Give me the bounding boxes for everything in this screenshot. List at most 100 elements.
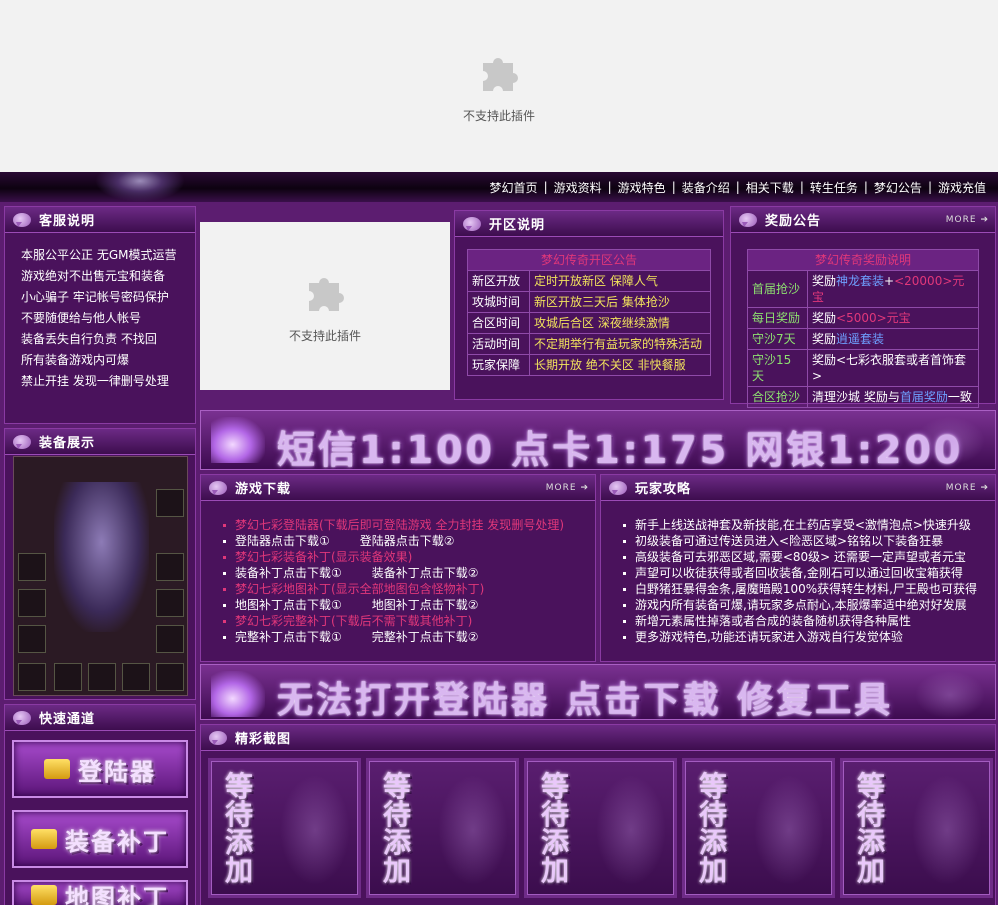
list-item: 小心骗子 牢记帐号密码保护	[21, 290, 169, 304]
dragon-icon	[438, 775, 508, 885]
equip-patch-button[interactable]: 装备补丁	[12, 810, 188, 868]
chat-bubble-icon	[13, 212, 31, 227]
dragon-icon	[915, 417, 985, 465]
dragon-icon	[915, 671, 985, 719]
nav-announcements[interactable]: 梦幻公告	[868, 179, 928, 196]
quick-panel: 快速通道	[4, 704, 196, 905]
top-flash-plugin: 不支持此插件	[0, 0, 998, 172]
chat-bubble-icon	[609, 480, 627, 495]
map-patch-button[interactable]: 地图补丁	[12, 880, 188, 905]
chat-bubble-icon	[739, 212, 757, 227]
nav-recharge[interactable]: 游戏充值	[932, 179, 992, 196]
table-cell: 合区抢沙	[747, 386, 808, 408]
jiangli-title: 奖励公告	[765, 214, 822, 229]
list-item: 新增元素属性掉落或者合成的装备随机获得各种属性	[621, 613, 995, 629]
jiangli-table: 梦幻传奇奖励说明 首届抢沙 奖励神龙套装+<20000>元宝 每日奖励 奖励<500…	[747, 249, 979, 408]
list-item: 不要随便给与他人帐号	[21, 311, 142, 325]
jiangli-caption: 梦幻传奇奖励说明	[747, 249, 979, 271]
fix-tool-banner[interactable]: 无法打开登陆器 点击下载 修复工具	[200, 664, 996, 720]
kefu-title: 客服说明	[39, 214, 96, 229]
kaiqu-panel: 开区说明 梦幻传奇开区公告 新区开放 定时开放新区 保障人气 攻城时间 新区开放三天…	[454, 210, 724, 400]
table-cell: 清理沙城 奖励与首届奖励一致	[807, 386, 979, 408]
list-item[interactable]: 梦幻七彩装备补丁(显示装备效果)	[221, 549, 595, 565]
gallery-tile[interactable]: 等待添加	[840, 758, 993, 898]
rates-banner-text: 短信1:100 点卡1:175 网银1:200	[277, 428, 964, 470]
chat-bubble-icon	[209, 480, 227, 495]
chat-bubble-icon	[13, 434, 31, 449]
treasure-box-icon	[31, 829, 57, 849]
kaiqu-caption: 梦幻传奇开区公告	[467, 249, 711, 271]
launcher-button[interactable]: 登陆器	[12, 740, 188, 798]
plugin-notice-text: 不支持此插件	[462, 108, 535, 123]
dragon-icon	[754, 775, 824, 885]
table-cell: 每日奖励	[747, 307, 808, 329]
list-item[interactable]: 登陆器点击下载① 登陆器点击下载②	[221, 533, 595, 549]
chat-bubble-icon	[209, 730, 227, 745]
table-cell: 玩家保障	[467, 354, 530, 376]
download-title: 游戏下载	[235, 482, 292, 497]
fix-banner-text: 无法打开登陆器 点击下载 修复工具	[277, 680, 894, 720]
list-item[interactable]: 装备补丁点击下载① 装备补丁点击下载②	[221, 565, 595, 581]
table-cell: 新区开放三天后 集体抢沙	[529, 291, 711, 313]
list-item: 初级装备可通过传送员进入<险恶区域>铭铭以下装备狂暴	[621, 533, 995, 549]
mid-flash-plugin: 不支持此插件	[200, 222, 450, 390]
character-figure	[54, 482, 149, 632]
gonglue-header: 玩家攻略 MORE ➔	[601, 475, 995, 501]
kefu-panel: 客服说明 本服公平公正 无GM模式运营 游戏绝对不出售元宝和装备 小心骗子 牢记…	[4, 206, 196, 424]
nav-game-info[interactable]: 游戏资料	[548, 179, 608, 196]
kefu-header: 客服说明	[5, 207, 195, 233]
gallery-tile[interactable]: 等待添加	[682, 758, 835, 898]
gallery-tile[interactable]: 等待添加	[366, 758, 519, 898]
more-link[interactable]: MORE ➔	[946, 483, 989, 493]
table-cell: 活动时间	[467, 333, 530, 355]
hero-image	[95, 172, 185, 202]
gallery-tile[interactable]: 等待添加	[208, 758, 361, 898]
plugin-notice-text: 不支持此插件	[288, 328, 361, 343]
more-link[interactable]: MORE ➔	[546, 483, 589, 493]
jiangli-header: 奖励公告 MORE ➔	[731, 207, 995, 233]
nav-equipment[interactable]: 装备介绍	[676, 179, 736, 196]
table-cell: 合区时间	[467, 312, 530, 334]
nav-downloads[interactable]: 相关下载	[740, 179, 800, 196]
kaiqu-table: 梦幻传奇开区公告 新区开放 定时开放新区 保障人气 攻城时间 新区开放三天后 集体抢…	[467, 249, 711, 376]
kaiqu-title: 开区说明	[489, 218, 546, 233]
equipment-image	[13, 456, 188, 696]
list-item[interactable]: 完整补丁点击下载① 完整补丁点击下载②	[221, 629, 595, 645]
gallery-header: 精彩截图	[201, 725, 995, 751]
list-item[interactable]: 梦幻七彩完整补丁(下载后不需下载其他补丁)	[221, 613, 595, 629]
quick-title: 快速通道	[39, 712, 96, 727]
nav-features[interactable]: 游戏特色	[612, 179, 672, 196]
table-cell: 攻城时间	[467, 291, 530, 313]
download-header: 游戏下载 MORE ➔	[201, 475, 595, 501]
rates-banner[interactable]: 短信1:100 点卡1:175 网银1:200	[200, 410, 996, 470]
more-link[interactable]: MORE ➔	[946, 215, 989, 225]
list-item: 游戏绝对不出售元宝和装备	[21, 269, 166, 283]
table-cell: 首届抢沙	[747, 270, 808, 308]
nav-rebirth[interactable]: 转生任务	[804, 179, 864, 196]
page: 不支持此插件 梦幻首页 | 游戏资料 | 游戏特色 | 装备介绍 | 相关下载 | 转生任…	[0, 0, 998, 905]
dragon-icon	[596, 775, 666, 885]
list-item: 更多游戏特色,功能还请玩家进入游戏自行发觉体验	[621, 629, 995, 645]
table-cell: 守沙7天	[747, 328, 808, 350]
table-cell: 奖励逍遥套装	[807, 328, 979, 350]
nav-home[interactable]: 梦幻首页	[484, 179, 544, 196]
table-cell: 奖励神龙套装+<20000>元宝	[807, 270, 979, 308]
table-cell: 奖励<5000>元宝	[807, 307, 979, 329]
quick-header: 快速通道	[5, 705, 195, 731]
gonglue-list: 新手上线送战神套及新技能,在土药店享受<激情泡点>快速升级 初级装备可通过传送员…	[601, 501, 995, 645]
list-item[interactable]: 梦幻七彩地图补丁(显示全部地图包含怪物补丁)	[221, 581, 595, 597]
equip-title: 装备展示	[39, 436, 96, 451]
list-item: 本服公平公正 无GM模式运营	[21, 248, 177, 262]
chat-bubble-icon	[463, 216, 481, 231]
flame-icon	[211, 417, 265, 463]
dragon-icon	[280, 775, 350, 885]
list-item[interactable]: 地图补丁点击下载① 地图补丁点击下载②	[221, 597, 595, 613]
table-cell: 守沙15天	[747, 349, 808, 387]
table-cell: 定时开放新区 保障人气	[529, 270, 711, 292]
list-item: 新手上线送战神套及新技能,在土药店享受<激情泡点>快速升级	[621, 517, 995, 533]
gallery-tile[interactable]: 等待添加	[524, 758, 677, 898]
jiangli-panel: 奖励公告 MORE ➔ 梦幻传奇奖励说明 首届抢沙 奖励神龙套装+<20000>元…	[730, 206, 996, 408]
list-item: 装备丢失自行负责 不找回	[21, 332, 157, 346]
table-cell: 奖励<七彩衣服套或者首饰套>	[807, 349, 979, 387]
list-item[interactable]: 梦幻七彩登陆器(下载后即可登陆游戏 全力封挂 发现删号处理)	[221, 517, 595, 533]
